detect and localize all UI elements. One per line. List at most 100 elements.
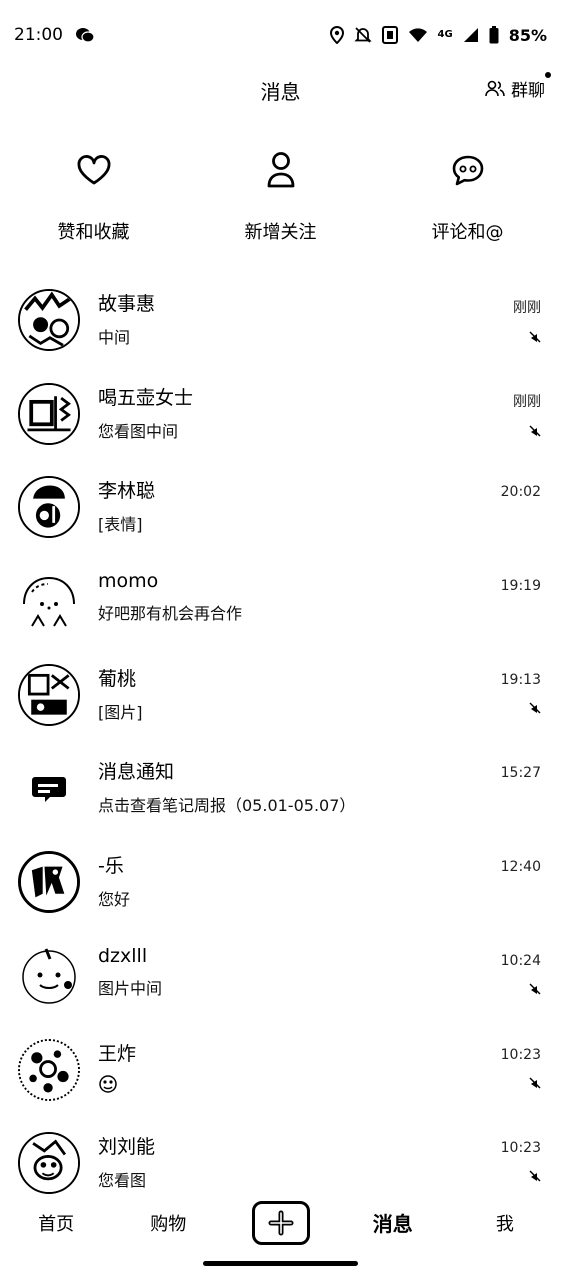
conversation-text: 消息通知 点击查看笔记周报（05.01-05.07） — [98, 757, 541, 816]
group-icon — [485, 80, 505, 98]
conversation-row[interactable]: 葡桃 [图片] 19:13 — [0, 650, 561, 744]
conversation-meta: 19:13 — [501, 672, 541, 718]
conversation-row[interactable]: -乐 您好 12:40 — [0, 837, 561, 931]
nav-messages[interactable]: 消息 — [337, 1208, 449, 1237]
plus-icon — [268, 1210, 293, 1235]
contact-name: momo — [98, 570, 159, 593]
contact-name: 故事惠 — [98, 293, 156, 315]
quick-actions: 赞和收藏 新增关注 评论和@ — [0, 150, 561, 250]
qa-label-likes: 赞和收藏 — [57, 222, 130, 243]
conversation-row[interactable]: 喝五壶女士 您看图中间 刚刚 — [0, 369, 561, 463]
nav-shop[interactable]: 购物 — [112, 1210, 224, 1236]
wechat-icon — [75, 27, 95, 43]
avatar — [18, 851, 80, 914]
contact-name: 刘刘能 — [98, 1136, 156, 1159]
message-preview: 好吧那有机会再合作 — [98, 604, 243, 624]
conversation-meta: 19:19 — [501, 578, 541, 624]
battery-icon — [489, 26, 499, 44]
messages-screen: 21:00 4G 85% 消息 群聊 赞和收藏 新增关注 评论和@ 故事惠 中间… — [0, 0, 561, 1280]
conversation-list: 故事惠 中间 刚刚 喝五壶女士 您看图中间 刚刚 李林聪 [表情] 20:02 … — [0, 275, 561, 1212]
conversation-row[interactable]: dzxlll 图片中间 10:24 — [0, 931, 561, 1025]
message-preview: [图片] — [98, 702, 143, 722]
message-preview: 您看图中间 — [98, 421, 179, 441]
mute-icon — [529, 331, 541, 347]
mute-icon — [529, 983, 541, 999]
person-icon — [261, 150, 301, 190]
conversation-text: 喝五壶女士 您看图中间 — [98, 383, 541, 442]
battery-percent: 85% — [508, 25, 547, 45]
bottom-nav: 首页 购物 消息 我 — [0, 1195, 561, 1250]
contact-name: dzxlll — [98, 944, 148, 967]
new-followers-button[interactable]: 新增关注 — [187, 150, 374, 250]
conversation-text: 故事惠 中间 — [98, 289, 541, 348]
conversation-row[interactable]: 李林聪 [表情] 20:02 — [0, 462, 561, 556]
message-time: 19:13 — [500, 671, 541, 688]
conversation-text: momo 好吧那有机会再合作 — [98, 570, 541, 624]
contact-name: 李林聪 — [98, 480, 156, 503]
status-left: 21:00 — [14, 25, 95, 45]
message-preview — [98, 1074, 541, 1098]
message-time: 19:19 — [500, 578, 541, 595]
home-indicator[interactable] — [203, 1261, 358, 1266]
conversation-row[interactable]: momo 好吧那有机会再合作 19:19 — [0, 556, 561, 650]
message-preview: 您好 — [98, 890, 131, 910]
message-preview: 点击查看笔记周报（05.01-05.07） — [98, 796, 356, 816]
message-time: 10:24 — [500, 952, 541, 969]
contact-name: -乐 — [98, 855, 124, 878]
status-right: 4G 85% — [329, 25, 547, 45]
post-button[interactable] — [251, 1200, 310, 1245]
contact-name: 消息通知 — [98, 761, 175, 784]
mute-icon — [529, 1170, 541, 1186]
group-chat-label: 群聊 — [511, 81, 545, 101]
message-preview: [表情] — [98, 515, 143, 535]
nfc-icon — [381, 26, 398, 44]
message-time: 10:23 — [500, 1140, 541, 1157]
comments-and-mentions-button[interactable]: 评论和@ — [374, 150, 561, 250]
bell-mute-icon — [353, 26, 372, 44]
avatar — [18, 476, 80, 539]
conversation-text: dzxlll 图片中间 — [98, 945, 541, 999]
message-preview: 您看图 — [98, 1171, 147, 1191]
qa-label-comments: 评论和@ — [431, 222, 504, 243]
location-icon — [329, 26, 344, 44]
heart-icon — [74, 150, 114, 190]
nav-home[interactable]: 首页 — [0, 1210, 112, 1236]
emoji-sticker-icon — [98, 1074, 118, 1098]
avatar — [18, 382, 80, 445]
conversation-meta: 刚刚 — [513, 391, 541, 441]
nav-me[interactable]: 我 — [449, 1210, 561, 1236]
header: 消息 群聊 — [0, 70, 561, 110]
conversation-row[interactable]: 王炸 10:23 — [0, 1025, 561, 1119]
message-time: 20:02 — [500, 484, 541, 501]
status-bar: 21:00 4G 85% — [0, 0, 561, 70]
conversation-meta: 10:23 — [501, 1047, 541, 1093]
mute-icon — [529, 702, 541, 718]
conversation-text: 王炸 — [98, 1039, 541, 1098]
message-preview: 中间 — [98, 328, 131, 347]
group-chat-button[interactable]: 群聊 — [485, 72, 551, 101]
notification-avatar — [18, 757, 80, 820]
avatar — [18, 663, 80, 726]
page-title: 消息 — [260, 79, 301, 104]
wifi-icon — [408, 27, 428, 43]
conversation-text: 葡桃 [图片] — [98, 664, 541, 723]
conversation-text: 李林聪 [表情] — [98, 476, 541, 535]
conversation-meta: 15:27 — [501, 765, 541, 811]
conversation-meta: 刚刚 — [513, 297, 541, 347]
network-label: 4G — [437, 29, 453, 40]
conversation-meta: 10:24 — [501, 953, 541, 999]
mute-icon — [529, 425, 541, 441]
contact-name: 葡桃 — [98, 667, 137, 690]
qa-label-followers: 新增关注 — [244, 222, 317, 243]
message-time: 15:27 — [500, 765, 541, 782]
message-time: 10:23 — [500, 1046, 541, 1063]
conversation-meta: 12:40 — [501, 859, 541, 905]
signal-icon — [463, 27, 479, 43]
mute-icon — [529, 1077, 541, 1093]
likes-and-favorites-button[interactable]: 赞和收藏 — [0, 150, 187, 250]
conversation-text: 刘刘能 您看图 — [98, 1132, 541, 1191]
conversation-text: -乐 您好 — [98, 851, 541, 910]
conversation-row[interactable]: 故事惠 中间 刚刚 — [0, 275, 561, 369]
nav-post[interactable] — [224, 1200, 336, 1245]
conversation-row[interactable]: 消息通知 点击查看笔记周报（05.01-05.07） 15:27 — [0, 743, 561, 837]
